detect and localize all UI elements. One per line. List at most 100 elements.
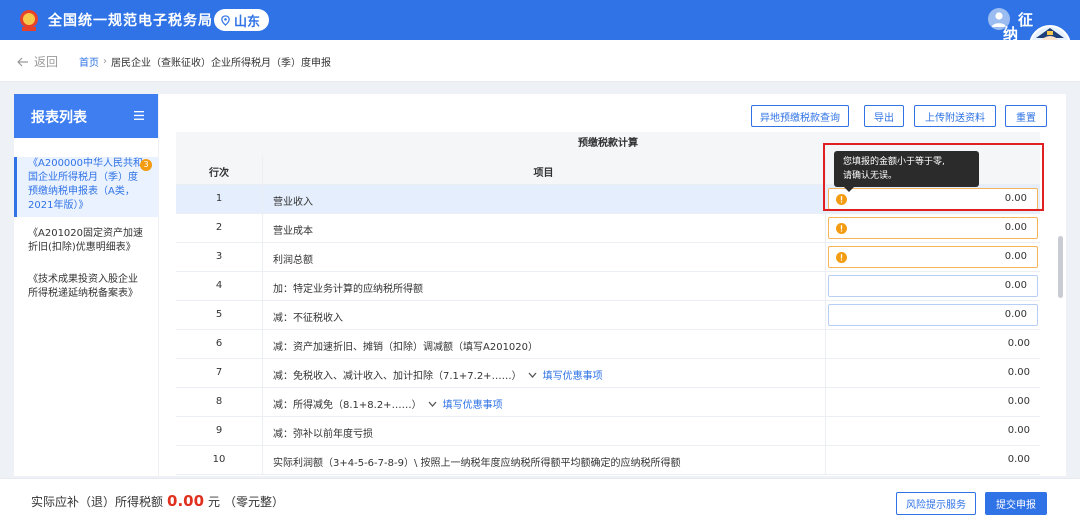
- row-number: 2: [215, 222, 223, 233]
- location-pin-icon: [221, 14, 230, 26]
- row-item-text: 加：特定业务计算的应纳税所得额: [273, 284, 423, 295]
- amount-value: 0.00: [1004, 309, 1027, 320]
- amount-value: 0.00: [1004, 251, 1027, 262]
- row-item: 加：特定业务计算的应纳税所得额: [262, 280, 825, 295]
- table-row: 6 减：资产加速折旧、摊销（扣除）调减额（填写A201020） 0.00: [176, 330, 1040, 359]
- row-item-text: 利润总额: [273, 255, 313, 266]
- amount-value: 0.00: [1007, 396, 1030, 407]
- pending-count-badge: 3: [140, 159, 152, 171]
- row-item: 减：免税收入、减计收入、加计扣除（7.1+7.2+……） 填写优惠事项: [262, 367, 825, 382]
- row-item-text: 减：所得减免（8.1+8.2+……）: [273, 400, 422, 411]
- sidebar-item-a201020[interactable]: 《A201020固定资产加速折旧(扣除)优惠明细表》: [14, 227, 158, 255]
- warning-icon: [836, 223, 847, 234]
- breadcrumb-separator: ›: [103, 56, 107, 67]
- amount-value: 0.00: [1004, 280, 1027, 291]
- menu-collapse-icon[interactable]: [134, 111, 144, 120]
- row-number: 4: [215, 280, 223, 291]
- amount-value: 0.00: [1007, 454, 1030, 465]
- table-row: 7 减：免税收入、减计收入、加计扣除（7.1+7.2+……） 填写优惠事项 0.…: [176, 359, 1040, 388]
- row-item: 营业收入: [262, 193, 825, 208]
- row-item: 营业成本: [262, 222, 825, 237]
- row-number: 9: [215, 425, 223, 436]
- sidebar-title: 报表列表: [31, 110, 87, 126]
- row-item: 实际利润额（3+4-5-6-7-8-9）\ 按照上一纳税年度应纳税所得额平均额确…: [262, 454, 825, 469]
- export-button[interactable]: 导出: [864, 105, 904, 127]
- tax-payable-note: （零元整）: [224, 495, 285, 509]
- reset-button[interactable]: 重置: [1005, 105, 1047, 127]
- breadcrumb-current: 居民企业（查账征收）企业所得税月（季）度申报: [111, 58, 331, 69]
- column-header-row-no: 行次: [209, 168, 229, 179]
- table-row: 8 减：所得减免（8.1+8.2+……） 填写优惠事项 0.00: [176, 388, 1040, 417]
- chevron-down-icon[interactable]: [428, 401, 437, 407]
- fill-preference-link[interactable]: 填写优惠事项: [443, 396, 503, 411]
- highlight-annotation-box: [823, 143, 1044, 211]
- row-item-text: 减：免税收入、减计收入、加计扣除（7.1+7.2+……）: [273, 371, 522, 382]
- table-row: 9 减：弥补以前年度亏损 0.00: [176, 417, 1040, 446]
- amount-input[interactable]: 0.00: [828, 304, 1038, 326]
- region-label: 山东: [234, 14, 261, 30]
- submit-declaration-button[interactable]: 提交申报: [985, 492, 1047, 515]
- row-item-text: 减：资产加速折旧、摊销（扣除）调减额（填写A201020）: [273, 342, 539, 353]
- row-item: 减：弥补以前年度亏损: [262, 425, 825, 440]
- scrollbar-track[interactable]: [1058, 132, 1064, 472]
- tax-payable-amount: 0.00: [167, 492, 205, 510]
- sidebar-item-a200000[interactable]: 《A200000中华人民共和国企业所得税月（季）度预缴纳税申报表（A类，2021…: [14, 157, 158, 217]
- scrollbar-thumb[interactable]: [1058, 236, 1063, 298]
- table-row: 2 营业成本 0.00: [176, 214, 1040, 243]
- amount-value: 0.00: [1007, 338, 1030, 349]
- amount-input[interactable]: 0.00: [828, 217, 1038, 239]
- chevron-down-icon[interactable]: [528, 372, 537, 378]
- row-item-text: 减：弥补以前年度亏损: [273, 429, 373, 440]
- column-header-item: 项目: [533, 168, 554, 179]
- sidebar-header: 报表列表: [14, 94, 158, 138]
- row-number: 5: [215, 309, 223, 320]
- tax-emblem-icon: [20, 10, 38, 31]
- breadcrumb: 首页 › 居民企业（查账征收）企业所得税月（季）度申报: [79, 54, 331, 69]
- risk-alert-button[interactable]: 风险提示服务: [896, 492, 976, 515]
- row-item: 减：资产加速折旧、摊销（扣除）调减额（填写A201020）: [262, 338, 825, 353]
- row-item-text: 营业收入: [273, 197, 313, 208]
- warning-icon: [836, 252, 847, 263]
- table-row: 4 加：特定业务计算的应纳税所得额 0.00: [176, 272, 1040, 301]
- table-row: 3 利润总额 0.00: [176, 243, 1040, 272]
- breadcrumb-home-link[interactable]: 首页: [79, 54, 99, 69]
- app-title: 全国统一规范电子税务局: [48, 13, 213, 29]
- amount-input[interactable]: 0.00: [828, 275, 1038, 297]
- sidebar-item-tech-investment[interactable]: 《技术成果投资入股企业所得税递延纳税备案表》: [14, 273, 158, 301]
- fill-preference-link[interactable]: 填写优惠事项: [543, 367, 603, 382]
- row-number: 6: [215, 338, 223, 349]
- upload-attachment-button[interactable]: 上传附送资料: [914, 105, 996, 127]
- tax-payable-unit: 元: [208, 495, 221, 509]
- row-item: 利润总额: [262, 251, 825, 266]
- table-row: 10 实际利润额（3+4-5-6-7-8-9）\ 按照上一纳税年度应纳税所得额平…: [176, 446, 1040, 475]
- row-item-text: 实际利润额（3+4-5-6-7-8-9）\ 按照上一纳税年度应纳税所得额平均额确…: [273, 458, 681, 469]
- amount-value: 0.00: [1007, 367, 1030, 378]
- amount-input[interactable]: 0.00: [828, 246, 1038, 268]
- sidebar-item-label: 《A201020固定资产加速折旧(扣除)优惠明细表》: [28, 228, 144, 253]
- arrow-left-icon: [17, 57, 28, 66]
- row-number: 7: [215, 367, 223, 378]
- back-button[interactable]: 返回: [17, 53, 58, 70]
- row-item: 减：不征税收入: [262, 309, 825, 324]
- amount-value: 0.00: [1004, 222, 1027, 233]
- row-item: 减：所得减免（8.1+8.2+……） 填写优惠事项: [262, 396, 825, 411]
- sidebar-item-label: 《技术成果投资入股企业所得税递延纳税备案表》: [28, 274, 138, 299]
- tax-payable-label: 实际应补（退）所得税额: [31, 495, 164, 509]
- breadcrumb-bar: 返回 首页 › 居民企业（查账征收）企业所得税月（季）度申报: [0, 40, 1080, 82]
- footer-bar: 实际应补（退）所得税额 0.00 元 （零元整） 风险提示服务 提交申报: [0, 478, 1080, 524]
- row-number: 1: [215, 193, 223, 204]
- table-row: 5 减：不征税收入 0.00: [176, 301, 1040, 330]
- region-selector[interactable]: 山东: [214, 9, 270, 31]
- report-list-sidebar: 报表列表 《A200000中华人民共和国企业所得税月（季）度预缴纳税申报表（A类…: [14, 94, 158, 476]
- sidebar-item-label: 《A200000中华人民共和国企业所得税月（季）度预缴纳税申报表（A类，2021…: [28, 158, 144, 211]
- tax-payable-summary: 实际应补（退）所得税额 0.00 元 （零元整）: [31, 492, 284, 510]
- row-number: 8: [215, 396, 223, 407]
- row-number: 10: [212, 454, 226, 465]
- amount-value: 0.00: [1007, 425, 1030, 436]
- back-label: 返回: [34, 55, 59, 69]
- row-item-text: 营业成本: [273, 226, 313, 237]
- row-number: 3: [215, 251, 223, 262]
- top-header: 全国统一规范电子税务局 山东 征 纳 互 动: [0, 0, 1080, 79]
- remote-prepaid-query-button[interactable]: 异地预缴税款查询: [751, 105, 849, 127]
- row-item-text: 减：不征税收入: [273, 313, 343, 324]
